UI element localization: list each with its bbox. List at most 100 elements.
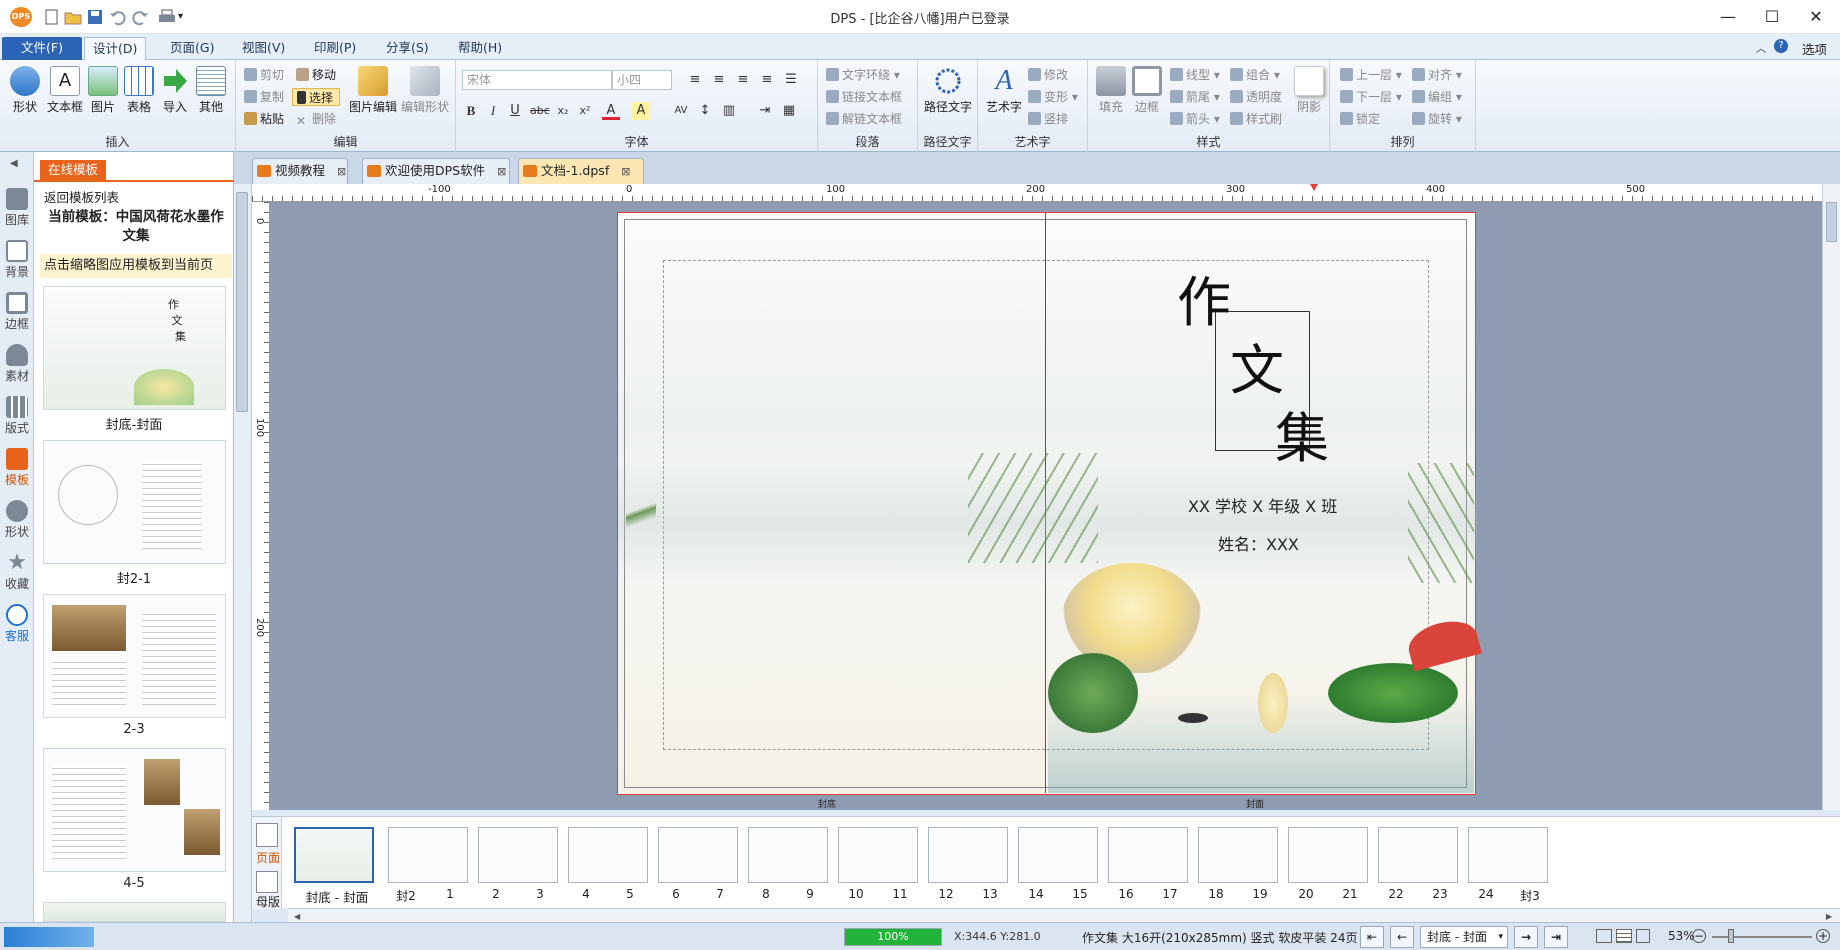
shape-button[interactable]: 形状 (8, 66, 42, 115)
title-char-3[interactable]: 集 (1275, 409, 1329, 469)
arrow-tail-button[interactable]: 箭尾 ▾ (1170, 88, 1220, 106)
art-text-button[interactable]: A 艺术字 (984, 66, 1024, 115)
canvas-vertical-scrollbar[interactable] (1822, 184, 1840, 810)
page-thumb-spread[interactable] (388, 827, 468, 883)
sidebar-item-border[interactable]: 边框 (2, 292, 32, 332)
maximize-button[interactable]: ☐ (1750, 2, 1794, 30)
page-thumb-spread[interactable] (294, 827, 374, 883)
new-file-icon[interactable] (42, 8, 60, 26)
close-tab-icon[interactable]: ⊠ (621, 160, 630, 184)
quick-access-dropdown-icon[interactable]: ▾ (178, 8, 196, 26)
back-to-list-link[interactable]: 返回模板列表 (44, 187, 119, 206)
sidebar-item-shape[interactable]: 形状 (2, 500, 32, 540)
font-color-button[interactable]: A (602, 102, 620, 120)
close-tab-icon[interactable]: ⊠ (497, 160, 506, 184)
link-textbox-button[interactable]: 链接文本框 (826, 88, 902, 106)
group-button[interactable]: 组合 ▾ (1230, 66, 1280, 84)
template-thumb[interactable] (43, 748, 226, 872)
template-thumb[interactable] (43, 902, 226, 922)
cut-button[interactable]: 剪切 (244, 66, 284, 84)
undo-icon[interactable] (108, 8, 126, 26)
text-direction-icon[interactable]: ▦ (780, 102, 798, 120)
minimize-button[interactable]: — (1706, 2, 1750, 30)
next-page-button[interactable]: → (1514, 926, 1538, 948)
page-mode-icon[interactable] (256, 823, 278, 847)
panel-scrollbar[interactable] (234, 152, 252, 922)
view-list-icon[interactable] (1616, 929, 1632, 943)
bold-button[interactable]: B (462, 102, 480, 120)
help-icon[interactable]: ? (1774, 39, 1788, 53)
close-button[interactable]: ✕ (1794, 2, 1838, 30)
copy-button[interactable]: 复制 (244, 88, 284, 106)
sidebar-item-layout[interactable]: 版式 (2, 396, 32, 436)
tab-print[interactable]: 印刷(P) (306, 37, 364, 60)
open-folder-icon[interactable] (64, 8, 82, 26)
send-backward-button[interactable]: 下一层 ▾ (1340, 88, 1402, 106)
tab-help[interactable]: 帮助(H) (450, 37, 510, 60)
collapse-panel-icon[interactable]: ◀ (10, 158, 18, 169)
master-mode-icon[interactable] (256, 871, 278, 893)
char-spacing-icon[interactable]: AV (672, 102, 690, 120)
last-page-button[interactable]: ⇥ (1544, 926, 1568, 948)
school-class-text[interactable]: XX 学校 X 年级 X 班 (1188, 493, 1337, 517)
lock-button[interactable]: 锁定 (1340, 110, 1380, 128)
unlink-textbox-button[interactable]: 解链文本框 (826, 110, 902, 128)
group-edit-button[interactable]: 编组 ▾ (1412, 88, 1462, 106)
justify-icon[interactable]: ≡ (758, 71, 776, 89)
title-char-2[interactable]: 文 (1230, 341, 1284, 401)
view-mode-icon[interactable] (1596, 929, 1612, 943)
zoom-slider[interactable] (1712, 936, 1812, 938)
document-spread[interactable]: 作 文 集 XX 学校 X 年级 X 班 姓名：XXX (617, 212, 1482, 795)
superscript-button[interactable]: x² (576, 102, 594, 120)
image-button[interactable]: 图片 (86, 66, 120, 115)
template-thumb[interactable]: 作 文 集 (43, 286, 226, 410)
print-icon[interactable] (158, 8, 176, 26)
transparency-button[interactable]: 透明度 (1230, 88, 1282, 106)
tab-share[interactable]: 分享(S) (378, 37, 437, 60)
subscript-button[interactable]: x₂ (554, 102, 572, 120)
page-select[interactable]: 封底 - 封面 ▾ (1420, 926, 1508, 948)
transform-button[interactable]: 变形 ▾ (1028, 88, 1078, 106)
line-spacing-icon[interactable]: ↕ (696, 102, 714, 120)
tab-online-templates[interactable]: 在线模板 (40, 160, 107, 180)
page-thumb-spread[interactable] (568, 827, 648, 883)
textbox-button[interactable]: A 文本框 (46, 66, 84, 115)
indent-icon[interactable]: ⇥ (756, 102, 774, 120)
save-icon[interactable] (86, 8, 104, 26)
italic-button[interactable]: I (484, 102, 502, 120)
options-button[interactable]: 选项 (1802, 39, 1827, 58)
tab-page[interactable]: 页面(G) (162, 37, 222, 60)
student-name-text[interactable]: 姓名：XXX (1218, 531, 1299, 555)
image-edit-button[interactable]: 图片编辑 (348, 66, 398, 115)
page-thumb-spread[interactable] (1288, 827, 1368, 883)
arrow-head-button[interactable]: 箭头 ▾ (1170, 110, 1220, 128)
shadow-button[interactable]: 阴影 (1292, 66, 1326, 115)
line-type-button[interactable]: 线型 ▾ (1170, 66, 1220, 84)
underline-button[interactable]: U (506, 102, 524, 120)
page-thumb-spread[interactable] (928, 827, 1008, 883)
scroll-right-icon[interactable]: ▶ (1826, 912, 1832, 921)
import-button[interactable]: 导入 (158, 66, 192, 115)
tab-file[interactable]: 文件(F) (2, 37, 82, 60)
rotate-button[interactable]: 旋转 ▾ (1412, 110, 1462, 128)
align-center-icon[interactable]: ≡ (710, 71, 728, 89)
delete-button[interactable]: ✕ 删除 (296, 110, 336, 128)
zoom-in-icon[interactable]: + (1816, 929, 1830, 943)
move-button[interactable]: 移动 (296, 66, 336, 84)
page-thumb-spread[interactable] (838, 827, 918, 883)
prev-page-button[interactable]: ← (1390, 926, 1414, 948)
sidebar-item-material[interactable]: 素材 (2, 344, 32, 384)
highlight-button[interactable]: A (632, 102, 650, 120)
view-page-icon[interactable] (1636, 929, 1650, 943)
sidebar-item-favorites[interactable]: ★ 收藏 (2, 552, 32, 592)
distribute-icon[interactable]: ☰ (782, 71, 800, 89)
other-button[interactable]: 其他 (194, 66, 228, 115)
tab-master[interactable]: 母版 (256, 893, 280, 910)
sidebar-item-gallery[interactable]: 图库 (2, 188, 32, 228)
scroll-thumb[interactable] (236, 192, 248, 412)
tab-pages[interactable]: 页面 (256, 849, 280, 866)
strikethrough-button[interactable]: abc (530, 102, 550, 120)
zoom-out-icon[interactable]: − (1692, 929, 1706, 943)
first-page-button[interactable]: ⇤ (1360, 926, 1384, 948)
columns-icon[interactable]: ▥ (720, 102, 738, 120)
